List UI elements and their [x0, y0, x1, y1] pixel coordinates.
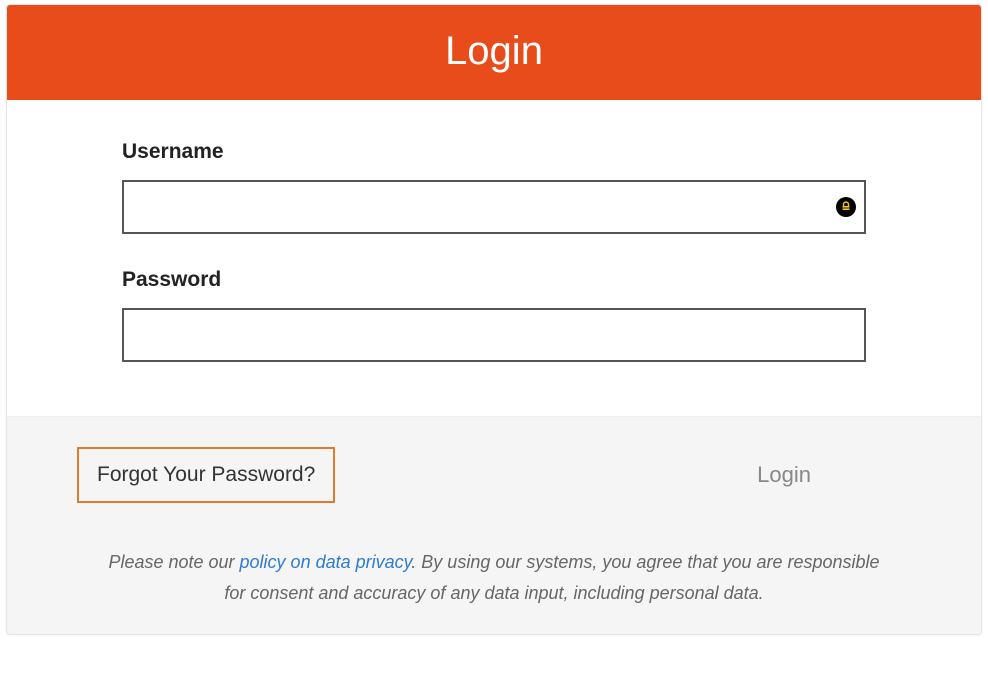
actions-row: Forgot Your Password? Login	[77, 447, 911, 503]
password-group: Password	[122, 268, 866, 362]
login-footer: Forgot Your Password? Login Please note …	[7, 416, 981, 634]
privacy-notice: Please note our policy on data privacy. …	[77, 547, 911, 608]
password-input-wrap	[122, 308, 866, 362]
notice-prefix: Please note our	[108, 552, 239, 572]
login-header: Login	[7, 5, 981, 100]
forgot-password-button[interactable]: Forgot Your Password?	[77, 447, 335, 503]
password-input[interactable]	[122, 308, 866, 362]
login-form: Username Password	[7, 100, 981, 416]
login-button[interactable]: Login	[717, 448, 851, 502]
page-title: Login	[7, 29, 981, 74]
username-label: Username	[122, 140, 866, 164]
login-card: Login Username Password	[6, 4, 982, 635]
username-input-wrap	[122, 180, 866, 234]
privacy-policy-link[interactable]: policy on data privacy	[240, 552, 412, 572]
password-label: Password	[122, 268, 866, 292]
username-group: Username	[122, 140, 866, 234]
password-manager-icon[interactable]	[836, 197, 856, 217]
username-input[interactable]	[122, 180, 866, 234]
